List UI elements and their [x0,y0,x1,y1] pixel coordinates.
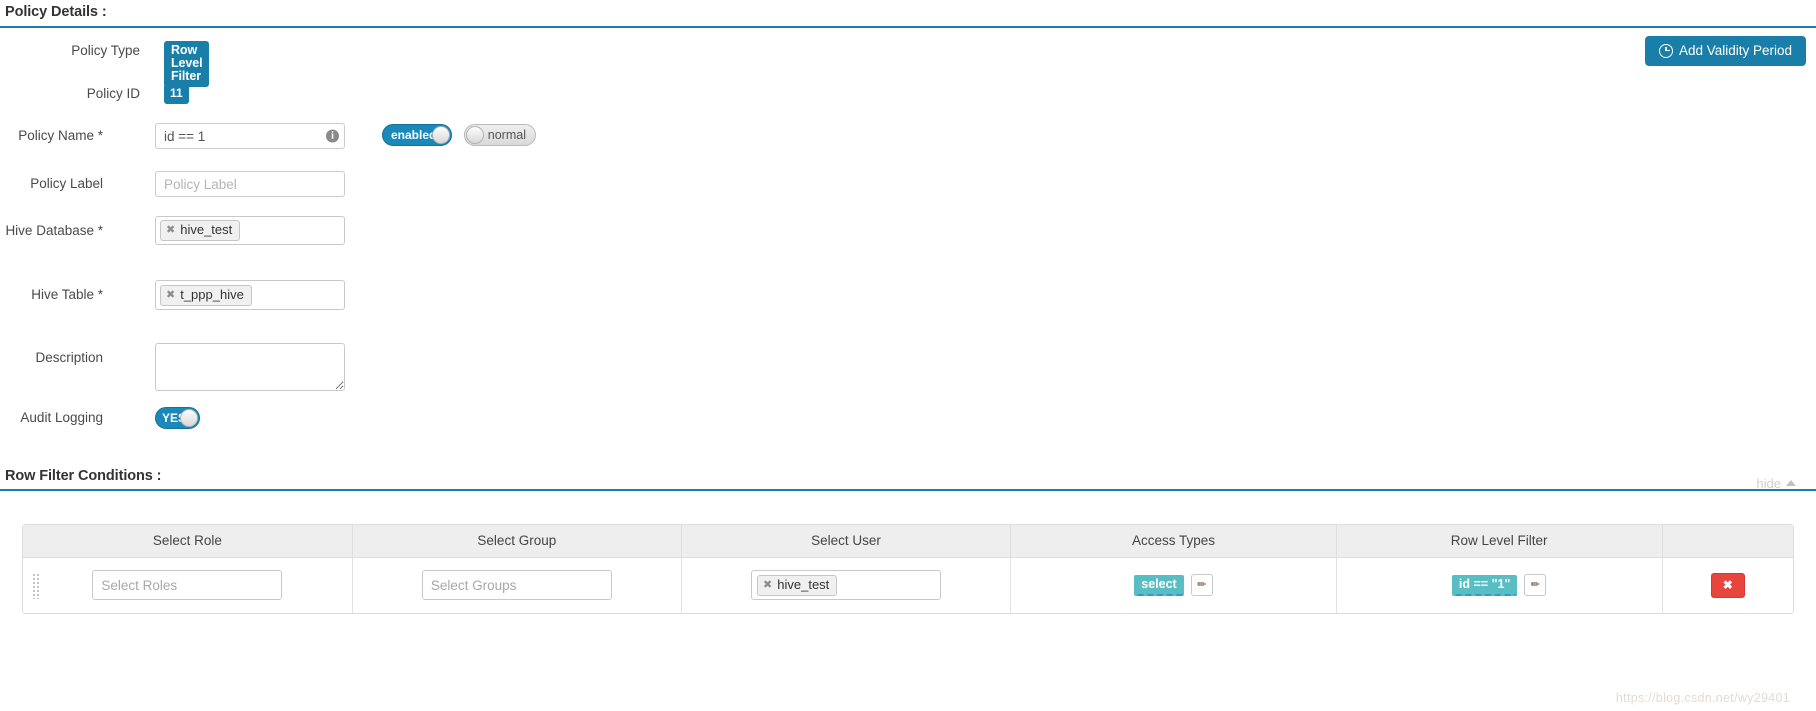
cell-select-user: ✖ hive_test [681,557,1012,613]
select-users-input[interactable]: ✖ hive_test [751,570,942,601]
close-icon: ✖ [1722,578,1733,593]
column-header-row-level-filter: Row Level Filter [1336,525,1663,558]
token-hive-database[interactable]: ✖ hive_test [160,220,241,241]
token-user[interactable]: ✖ hive_test [757,574,838,596]
pencil-icon: ✏ [1530,578,1540,591]
policy-name-input[interactable] [155,123,345,149]
cell-row-level-filter: id == "1" ✏ [1336,557,1663,613]
row-filter-conditions-header: Row Filter Conditions : hide [0,468,1816,498]
row-filter-conditions-title: Row Filter Conditions : [5,468,162,484]
policy-details-title: Policy Details : [5,4,107,20]
hive-database-label: Hive Database * [5,223,103,238]
policy-edit-page: Policy Details : Add Validity Period Pol… [0,0,1816,711]
pencil-icon: ✏ [1197,578,1207,591]
token-label: t_ppp_hive [180,286,244,302]
cell-select-role [23,557,353,613]
cell-access-types: select ✏ [1010,557,1337,613]
token-hive-table[interactable]: ✖ t_ppp_hive [160,284,252,306]
watermark: https://blog.csdn.net/wy29401 [1615,691,1790,705]
table-header-row: Select Role Select Group Select User Acc… [23,525,1793,558]
column-header-select-group: Select Group [352,525,682,558]
info-icon: i [326,129,339,143]
table-row: ✖ hive_test select ✏ [23,557,1793,613]
policy-type-label: Policy Type [71,43,140,58]
select-groups-input[interactable] [421,570,612,601]
policy-normal-label: normal [487,128,526,142]
remove-token-icon[interactable]: ✖ [763,577,772,593]
drag-handle-icon[interactable] [32,572,41,599]
clock-icon [1658,43,1673,58]
policy-details-header: Policy Details : [0,4,1816,34]
toggle-knob [432,126,450,144]
policy-enabled-label: enabled [391,128,437,142]
add-validity-period-label: Add Validity Period [1678,43,1792,58]
chevron-up-icon [1786,480,1796,486]
policy-type-badge: Row Level Filter [164,41,210,87]
description-label: Description [35,350,103,365]
add-validity-period-button[interactable]: Add Validity Period [1644,36,1806,66]
remove-token-icon[interactable]: ✖ [166,287,175,303]
row-filter-conditions-divider [0,489,1816,491]
cell-select-group [352,557,682,613]
access-type-badge: select [1134,574,1184,596]
policy-label-label: Policy Label [30,176,103,191]
audit-logging-toggle[interactable]: YES [155,407,200,429]
cell-actions: ✖ [1662,557,1793,613]
policy-name-label: Policy Name * [18,128,103,143]
policy-label-input[interactable] [155,171,345,197]
policy-enabled-toggle[interactable]: enabled [382,124,452,146]
edit-row-level-filter-button[interactable]: ✏ [1524,574,1547,597]
select-roles-input[interactable] [92,570,283,601]
description-textarea[interactable] [155,343,345,391]
row-filter-conditions-table: Select Role Select Group Select User Acc… [22,524,1794,614]
policy-id-label: Policy ID [86,86,140,101]
policy-details-divider [0,26,1816,28]
token-label: hive_test [180,222,233,237]
edit-access-types-button[interactable]: ✏ [1190,574,1213,597]
token-label: hive_test [777,576,830,592]
audit-logging-label: Audit Logging [20,410,103,425]
policy-id-badge: 11 [164,84,189,104]
toggle-knob [180,409,198,427]
toggle-knob [466,126,484,144]
policy-normal-toggle[interactable]: normal [464,124,536,146]
hive-table-input[interactable]: ✖ t_ppp_hive [155,280,345,310]
column-header-select-user: Select User [681,525,1012,558]
remove-token-icon[interactable]: ✖ [166,222,175,238]
column-header-access-types: Access Types [1010,525,1337,558]
delete-condition-button[interactable]: ✖ [1710,572,1745,598]
row-level-filter-badge: id == "1" [1451,574,1518,596]
hive-table-label: Hive Table * [31,287,103,302]
column-header-select-role: Select Role [23,525,353,558]
hive-database-input[interactable]: ✖ hive_test [155,216,345,245]
column-header-actions [1662,525,1793,558]
